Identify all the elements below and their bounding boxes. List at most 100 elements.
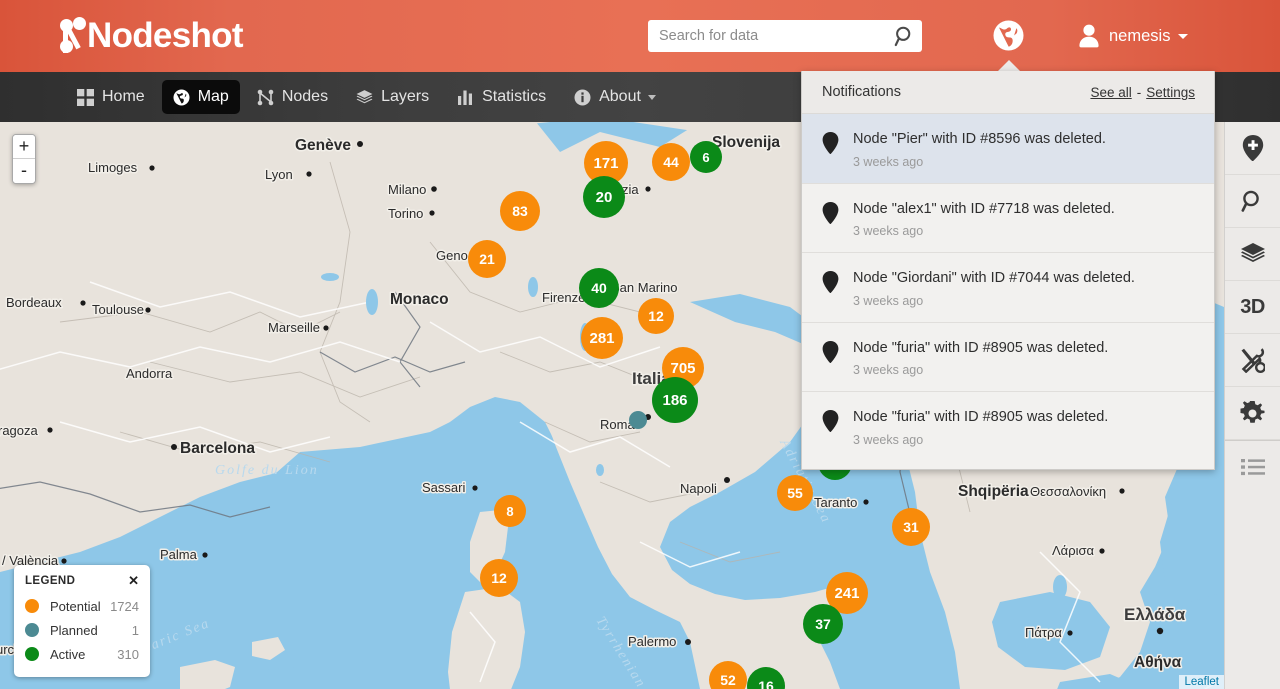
notification-item[interactable]: Node "alex1" with ID #7718 was deleted. 3… [802,184,1214,254]
svg-text:Geno: Geno [436,248,468,263]
chevron-down-icon [1178,33,1189,39]
cluster-marker[interactable]: 37 [803,604,843,644]
cluster-marker-count: 21 [479,251,495,267]
brand-name: Nodeshot [87,16,243,55]
svg-text:Palermo: Palermo [628,634,676,649]
cluster-marker[interactable]: 8 [494,495,526,527]
layers-icon[interactable] [1225,228,1280,281]
svg-text:Slovenija: Slovenija [712,134,780,151]
user-icon [1079,24,1099,48]
cluster-marker[interactable]: 83 [500,191,540,231]
notification-time: 3 weeks ago [853,363,924,378]
cluster-marker-count: 52 [720,672,736,688]
legend-swatch-active [25,647,39,661]
cluster-marker[interactable]: 55 [777,475,813,511]
cluster-marker[interactable]: 31 [892,508,930,546]
user-menu[interactable]: nemesis [1078,19,1189,53]
nav-item-nodes[interactable]: Nodes [246,80,339,114]
legend-count: 1 [131,622,139,638]
globe-icon [993,20,1024,51]
globe-icon [173,89,190,105]
search-icon[interactable] [1225,175,1280,228]
cluster-marker-count: 40 [591,280,607,296]
notification-text: Node "Giordani" with ID #7044 was delete… [853,270,1135,287]
zoom-in-button[interactable]: + [13,135,35,159]
zoom-out-button[interactable]: - [13,159,35,183]
cluster-marker[interactable]: 44 [652,143,690,181]
layers-glyph [1240,243,1265,262]
cluster-marker-count: 12 [648,308,664,324]
notification-text: Node "Pier" with ID #8596 was deleted. [853,131,1106,147]
three-d-icon[interactable]: 3D [1225,281,1280,334]
see-all-link[interactable]: See all [1090,85,1131,100]
cluster-marker-count: 186 [662,391,688,409]
svg-text:Toulouse: Toulouse [92,302,144,317]
cluster-marker-count: 241 [834,584,860,602]
nav-item-layers[interactable]: Layers [345,80,440,114]
legend-swatch-potential [25,599,39,613]
notifications-panel: Notifications See all - Settings Node "Pie… [801,71,1215,470]
search-glyph [1240,190,1259,212]
settings-link[interactable]: Settings [1146,85,1195,100]
cluster-marker[interactable]: 186 [652,377,698,423]
legend-count: 310 [117,646,139,662]
legend-row[interactable]: Planned 1 [25,618,139,642]
nav-item-home[interactable]: Home [66,80,156,114]
add-node-pin-icon[interactable] [1225,122,1280,175]
notification-text: Node "furia" with ID #8905 was deleted. [853,409,1109,426]
map-attribution[interactable]: Leaflet [1179,675,1224,689]
nav-item-home-label: Home [102,88,145,105]
cluster-marker-count: 171 [593,154,619,172]
list-icon[interactable] [1225,440,1280,493]
nav-item-map[interactable]: Map [161,80,240,114]
legend-rows: Potential 1724 Planned 1 Active 310 [25,594,139,666]
tools-icon[interactable] [1225,334,1280,387]
legend-close-icon[interactable]: ✕ [128,574,139,587]
cluster-marker[interactable] [629,411,647,429]
notification-text: Node "alex1" with ID #7718 was deleted. [853,200,1115,217]
map-pin-icon [822,340,839,368]
cluster-marker[interactable]: 20 [583,176,625,218]
notifications-header: Notifications See all - Settings [802,71,1214,114]
notifications-separator: - [1136,84,1142,100]
notification-item[interactable]: Node "Giordani" with ID #7044 was delete… [802,253,1214,323]
notification-time: 3 weeks ago [853,224,924,239]
bar-chart-icon [458,90,473,105]
cluster-marker-count: 55 [787,485,803,501]
gear-icon[interactable] [1225,387,1280,440]
notifications-globe-button[interactable] [993,20,1024,51]
cluster-marker[interactable]: 281 [581,317,623,359]
cluster-marker[interactable]: 6 [690,141,722,173]
svg-text:Torino: Torino [388,206,423,221]
notification-item[interactable]: Node "furia" with ID #8905 was deleted. 3… [802,323,1214,393]
cluster-marker[interactable]: 12 [480,559,518,597]
notification-item[interactable]: Node "Pier" with ID #8596 was deleted. 3 … [802,114,1214,184]
nav-item-about[interactable]: About [563,80,667,114]
svg-text:Sassari: Sassari [422,480,465,495]
legend-label: Potential [50,598,101,614]
legend-row[interactable]: Potential 1724 [25,594,139,618]
nav-item-statistics[interactable]: Statistics [446,80,557,114]
three-d-label: 3D [1240,295,1265,318]
notification-text: Node "furia" with ID #8905 was deleted. [853,339,1109,356]
svg-text:Marseille: Marseille [268,320,320,335]
svg-text:Lyon: Lyon [265,167,293,182]
grid-icon [77,88,94,106]
legend-header: LEGEND ✕ [25,574,139,587]
cluster-marker-count: 37 [815,616,831,632]
legend-row[interactable]: Active 310 [25,642,139,666]
svg-text:Ελλάδα: Ελλάδα [1124,605,1186,624]
search-input[interactable] [648,20,922,52]
cluster-marker-count: 6 [702,149,710,165]
cluster-marker[interactable]: 40 [579,268,619,308]
notification-item[interactable]: Node "furia" with ID #8905 was deleted. 3… [802,392,1214,469]
brand-logo[interactable]: Nodeshot [60,14,243,58]
map-zoom-control[interactable]: + - [12,134,36,184]
search-icon [894,26,911,47]
cluster-marker[interactable]: 21 [468,240,506,278]
search-button[interactable] [894,25,916,47]
svg-text:Monaco: Monaco [390,291,449,308]
map-legend[interactable]: LEGEND ✕ Potential 1724 Planned 1 Active 310 [14,565,150,677]
notification-time: 3 weeks ago [853,154,924,169]
cluster-marker[interactable]: 12 [638,298,674,334]
